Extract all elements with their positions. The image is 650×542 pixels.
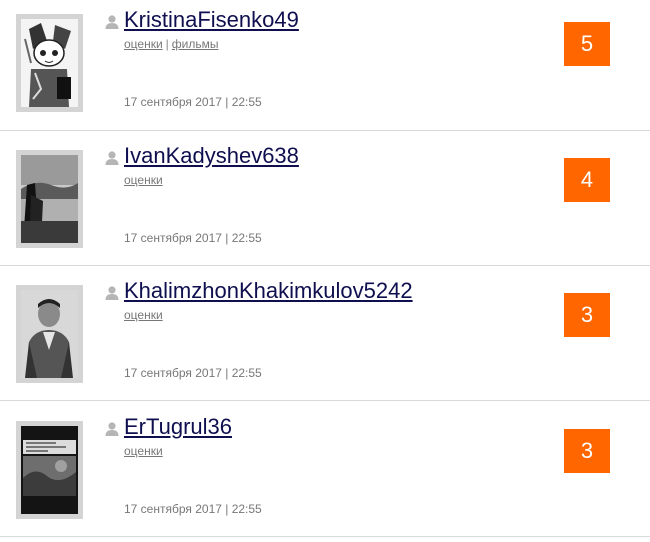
timestamp: 17 сентября 2017 | 22:55 bbox=[124, 502, 262, 516]
username-link[interactable]: KristinaFisenko49 bbox=[124, 7, 299, 33]
score-badge: 3 bbox=[564, 293, 610, 337]
score-badge: 4 bbox=[564, 158, 610, 202]
portrait-photo-avatar-image bbox=[21, 290, 78, 378]
anime-character-avatar-image bbox=[21, 19, 78, 107]
films-link[interactable]: фильмы bbox=[172, 37, 219, 51]
ratings-link[interactable]: оценки bbox=[124, 37, 163, 51]
score-badge: 3 bbox=[564, 429, 610, 473]
user-icon bbox=[105, 15, 119, 29]
avatar[interactable] bbox=[16, 421, 83, 519]
user-icon bbox=[105, 422, 119, 436]
score-badge: 5 bbox=[564, 22, 610, 66]
user-icon bbox=[105, 286, 119, 300]
poster-avatar-image bbox=[21, 426, 78, 514]
avatar[interactable] bbox=[16, 150, 83, 248]
profile-links: оценки | фильмы bbox=[124, 37, 219, 51]
ratings-link[interactable]: оценки bbox=[124, 173, 163, 187]
list-item: ErTugrul36 оценки 17 сентября 2017 | 22:… bbox=[0, 402, 650, 537]
avatar[interactable] bbox=[16, 14, 83, 112]
ratings-link[interactable]: оценки bbox=[124, 444, 163, 458]
profile-links: оценки bbox=[124, 173, 163, 187]
list-item: IvanKadyshev638 оценки 17 сентября 2017 … bbox=[0, 131, 650, 266]
username-link[interactable]: IvanKadyshev638 bbox=[124, 143, 299, 169]
ratings-link[interactable]: оценки bbox=[124, 308, 163, 322]
username-link[interactable]: ErTugrul36 bbox=[124, 414, 232, 440]
user-ratings-list: KristinaFisenko49 оценки | фильмы 17 сентя… bbox=[0, 0, 650, 542]
profile-links: оценки bbox=[124, 308, 163, 322]
link-separator: | bbox=[165, 37, 169, 51]
timestamp: 17 сентября 2017 | 22:55 bbox=[124, 231, 262, 245]
list-item: KhalimzhonKhakimkulov5242 оценки 17 сент… bbox=[0, 266, 650, 401]
timestamp: 17 сентября 2017 | 22:55 bbox=[124, 95, 262, 109]
username-link[interactable]: KhalimzhonKhakimkulov5242 bbox=[124, 278, 413, 304]
landscape-photo-avatar-image bbox=[21, 155, 78, 243]
profile-links: оценки bbox=[124, 444, 163, 458]
timestamp: 17 сентября 2017 | 22:55 bbox=[124, 366, 262, 380]
avatar[interactable] bbox=[16, 285, 83, 383]
list-item: KristinaFisenko49 оценки | фильмы 17 сентя… bbox=[0, 0, 650, 131]
user-icon bbox=[105, 151, 119, 165]
